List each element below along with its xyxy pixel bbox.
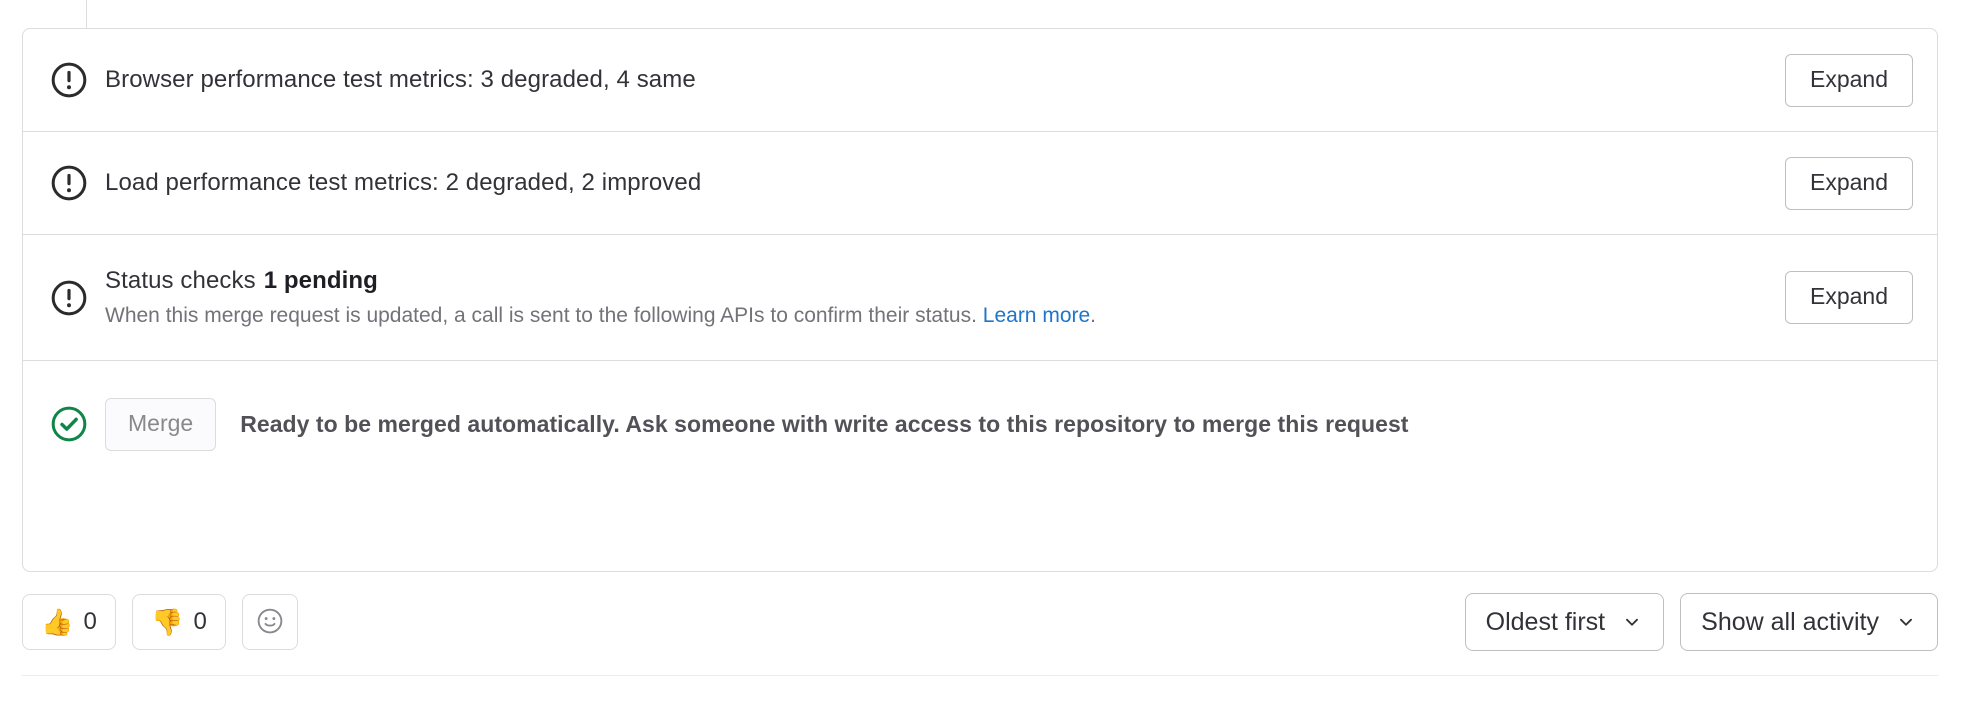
row-description-text: When this merge request is updated, a ca… [105,303,977,327]
footer-divider [22,675,1938,676]
activity-filter-label: Show all activity [1701,607,1879,636]
merge-request-widget-page: Browser performance test metrics: 3 degr… [0,0,1970,702]
expand-button-browser-performance[interactable]: Expand [1784,53,1913,107]
thumbs-down-emoji: 👎 [151,607,184,637]
warning-exclamation-circle-icon [49,163,89,203]
smiley-add-reaction-icon [255,606,285,639]
status-badge: 1 pending [263,266,378,294]
row-description-suffix: . [1090,303,1097,327]
row-body: Load performance test metrics: 2 degrade… [105,167,1785,199]
thumbs-down-count: 0 [193,608,207,635]
timeline-connector-line [86,0,87,28]
merge-request-widget-card: Browser performance test metrics: 3 degr… [22,28,1938,572]
thumbs-up-count: 0 [83,608,97,635]
chevron-down-icon [1895,611,1917,633]
activity-footer-bar: 👍 0 👎 0 Oldest first Show all activity [22,592,1938,652]
activity-controls-group: Oldest first Show all activity [1464,593,1938,651]
thumbs-up-emoji: 👍 [41,607,74,637]
row-title: Status checks 1 pending [105,265,1765,297]
warning-exclamation-circle-icon [49,278,89,318]
warning-exclamation-circle-icon [49,60,89,100]
success-check-circle-icon [49,404,89,444]
row-title: Load performance test metrics: 2 degrade… [105,169,702,196]
merge-status-message: Ready to be merged automatically. Ask so… [240,411,1409,437]
row-title: Browser performance test metrics: 3 degr… [105,66,696,93]
status-checks-label: Status checks [105,266,256,294]
activity-filter-dropdown[interactable]: Show all activity [1680,593,1938,651]
sort-order-label: Oldest first [1485,607,1606,636]
chevron-down-icon [1621,611,1643,633]
sort-order-dropdown[interactable]: Oldest first [1464,593,1665,651]
learn-more-link[interactable]: Learn more [983,304,1090,327]
thumbs-up-reaction-button[interactable]: 👍 0 [22,594,116,650]
row-body: Browser performance test metrics: 3 degr… [105,64,1785,96]
row-body: Status checks 1 pending When this merge r… [105,265,1785,331]
widget-row-load-performance: Load performance test metrics: 2 degrade… [23,132,1937,235]
row-description: When this merge request is updated, a ca… [105,301,1765,331]
widget-row-merge: Merge Ready to be merged automatically. … [23,361,1937,487]
widget-row-browser-performance: Browser performance test metrics: 3 degr… [23,29,1937,132]
thumbs-down-reaction-button[interactable]: 👎 0 [132,594,226,650]
expand-button-status-checks[interactable]: Expand [1784,271,1913,324]
merge-button[interactable]: Merge [105,397,217,451]
reactions-group: 👍 0 👎 0 [22,594,298,650]
add-reaction-button[interactable] [242,594,298,650]
expand-button-load-performance[interactable]: Expand [1784,156,1913,210]
widget-row-status-checks: Status checks 1 pending When this merge r… [23,235,1937,361]
